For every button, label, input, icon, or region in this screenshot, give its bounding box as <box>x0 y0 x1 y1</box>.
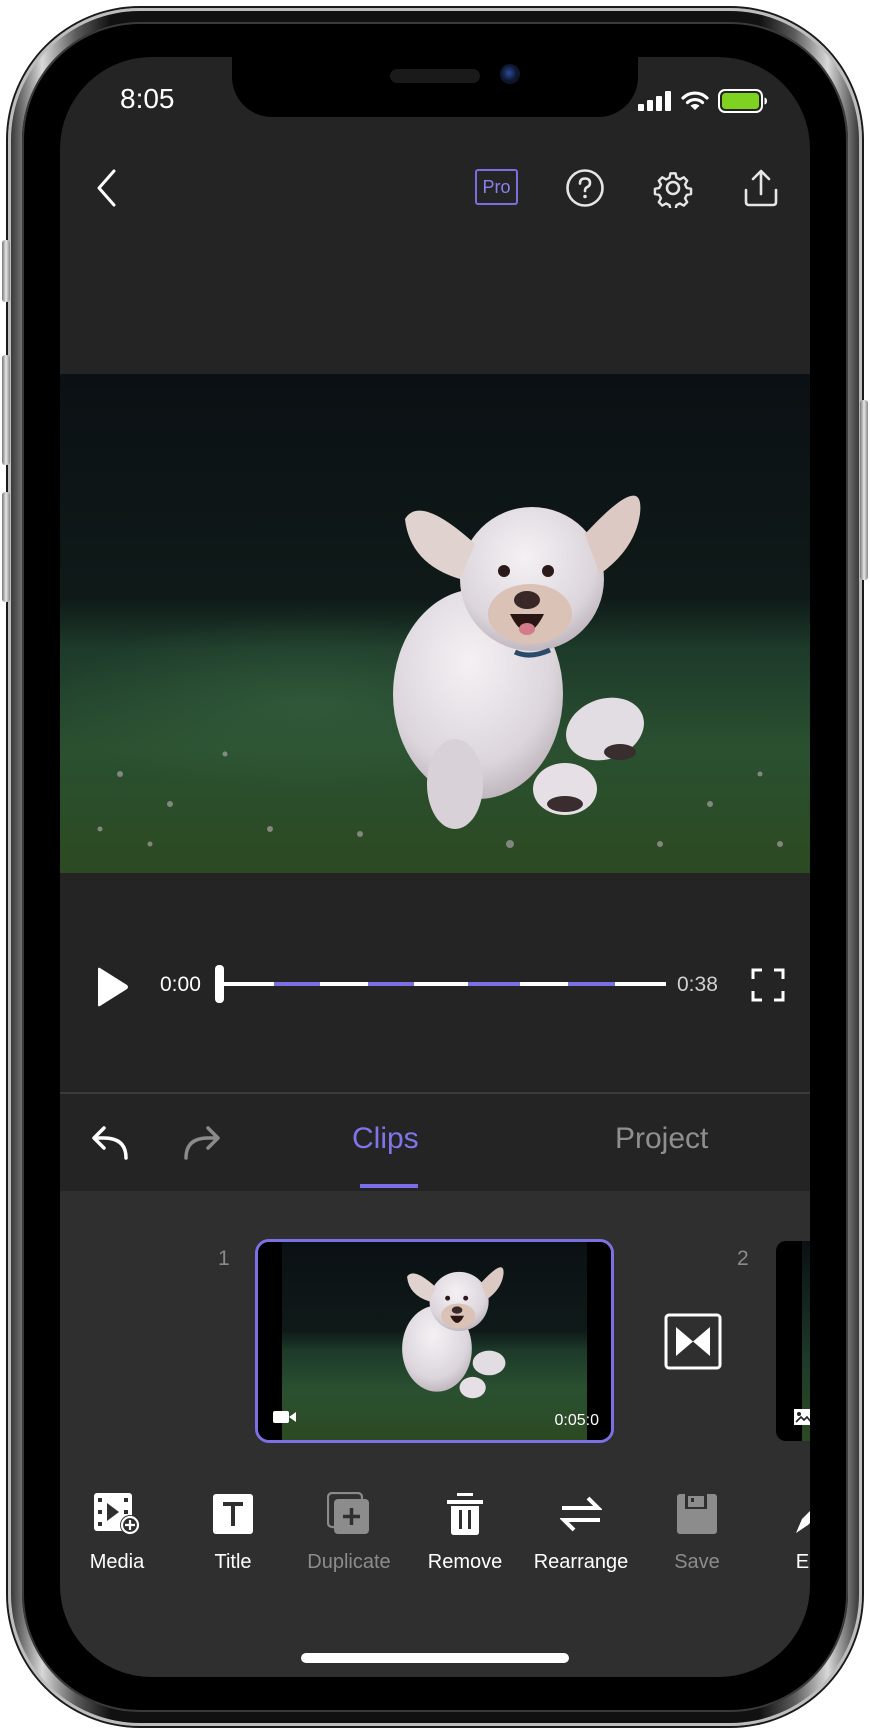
silent-switch <box>2 240 10 302</box>
share-button[interactable] <box>740 167 782 209</box>
pencil-icon <box>796 1511 810 1533</box>
clip-thumbnail-image <box>258 1242 611 1440</box>
pro-label: Pro <box>482 176 511 197</box>
earpiece-speaker <box>390 69 480 83</box>
app-screen: 8:05 Pro 0:00 0:38 Clips Project 1 0:05:… <box>60 57 810 1677</box>
title-text-icon <box>213 1494 253 1534</box>
back-button[interactable] <box>86 167 128 209</box>
settings-button[interactable] <box>652 167 694 209</box>
tab-clips[interactable]: Clips <box>352 1122 419 1156</box>
editor-tabs-bar: Clips Project <box>60 1094 810 1191</box>
play-button[interactable] <box>92 965 132 1009</box>
edit-button[interactable]: Edit <box>755 1489 810 1574</box>
rearrange-arrows-icon <box>560 1496 602 1532</box>
clip-thumbnail[interactable] <box>776 1241 810 1441</box>
tool-label: Save <box>674 1551 720 1573</box>
active-tab-indicator <box>360 1184 418 1188</box>
duplicate-icon <box>327 1492 369 1534</box>
top-navigation-bar: Pro <box>60 153 810 223</box>
media-add-icon <box>94 1493 140 1535</box>
video-camera-icon <box>273 1411 296 1423</box>
redo-button[interactable] <box>180 1122 222 1162</box>
pro-upgrade-button[interactable]: Pro <box>475 169 518 205</box>
bottom-toolbar: Media Title Duplicate Remove Rearrange S… <box>60 1451 810 1677</box>
play-icon <box>98 967 128 1007</box>
title-button[interactable]: Title <box>175 1489 291 1574</box>
preview-image-dog <box>60 374 810 873</box>
question-circle-icon <box>566 169 604 207</box>
floppy-disk-icon <box>677 1494 717 1534</box>
chevron-left-icon <box>97 169 116 207</box>
trash-icon <box>447 1493 483 1535</box>
front-camera <box>500 64 520 84</box>
player-controls: 0:00 0:38 <box>60 957 810 1013</box>
notch <box>232 57 638 117</box>
fullscreen-icon <box>751 968 785 1002</box>
clip-number: 2 <box>737 1247 749 1270</box>
gear-icon <box>653 172 693 208</box>
home-indicator[interactable] <box>301 1653 569 1663</box>
cellular-signal-icon <box>638 91 671 111</box>
media-button[interactable]: Media <box>60 1489 175 1574</box>
clip-thumbnail-selected[interactable]: 0:05:0 <box>255 1239 614 1443</box>
tool-label: Duplicate <box>307 1551 391 1573</box>
tab-project[interactable]: Project <box>615 1122 708 1156</box>
timeline-track[interactable] <box>222 982 666 986</box>
rearrange-button[interactable]: Rearrange <box>523 1489 639 1574</box>
clip-strip: 1 0:05:0 2 <box>60 1191 810 1451</box>
bowtie-transition-icon <box>664 1313 722 1370</box>
status-time: 8:05 <box>120 83 175 114</box>
playhead-scrubber[interactable] <box>215 965 224 1003</box>
battery-icon <box>718 89 767 113</box>
tool-label: Rearrange <box>533 1551 629 1573</box>
transition-marker <box>368 982 414 986</box>
video-preview[interactable] <box>60 374 810 873</box>
image-icon <box>794 1409 810 1425</box>
clip-number: 1 <box>218 1247 230 1270</box>
transition-marker <box>567 982 615 986</box>
duplicate-button[interactable]: Duplicate <box>291 1489 407 1574</box>
tool-label: Edit <box>795 1551 810 1573</box>
transition-marker <box>467 982 520 986</box>
current-time: 0:00 <box>160 973 201 996</box>
tool-label: Remove <box>427 1551 503 1573</box>
undo-button[interactable] <box>90 1122 132 1162</box>
redo-icon <box>184 1126 220 1160</box>
transition-button[interactable] <box>664 1313 722 1370</box>
help-button[interactable] <box>564 167 606 209</box>
save-button[interactable]: Save <box>639 1489 755 1574</box>
tool-label: Media <box>89 1551 145 1573</box>
remove-button[interactable]: Remove <box>407 1489 523 1574</box>
volume-down-button <box>2 492 10 602</box>
share-upload-icon <box>744 169 778 207</box>
total-time: 0:38 <box>677 973 718 996</box>
volume-up-button <box>2 355 10 465</box>
power-button <box>860 400 868 580</box>
undo-icon <box>92 1126 128 1160</box>
clip-duration: 0:05:0 <box>554 1412 599 1429</box>
fullscreen-button[interactable] <box>750 967 786 1003</box>
transition-marker <box>273 982 321 986</box>
status-icons <box>638 89 768 113</box>
wifi-icon <box>681 91 709 110</box>
tool-label: Title <box>214 1551 252 1573</box>
